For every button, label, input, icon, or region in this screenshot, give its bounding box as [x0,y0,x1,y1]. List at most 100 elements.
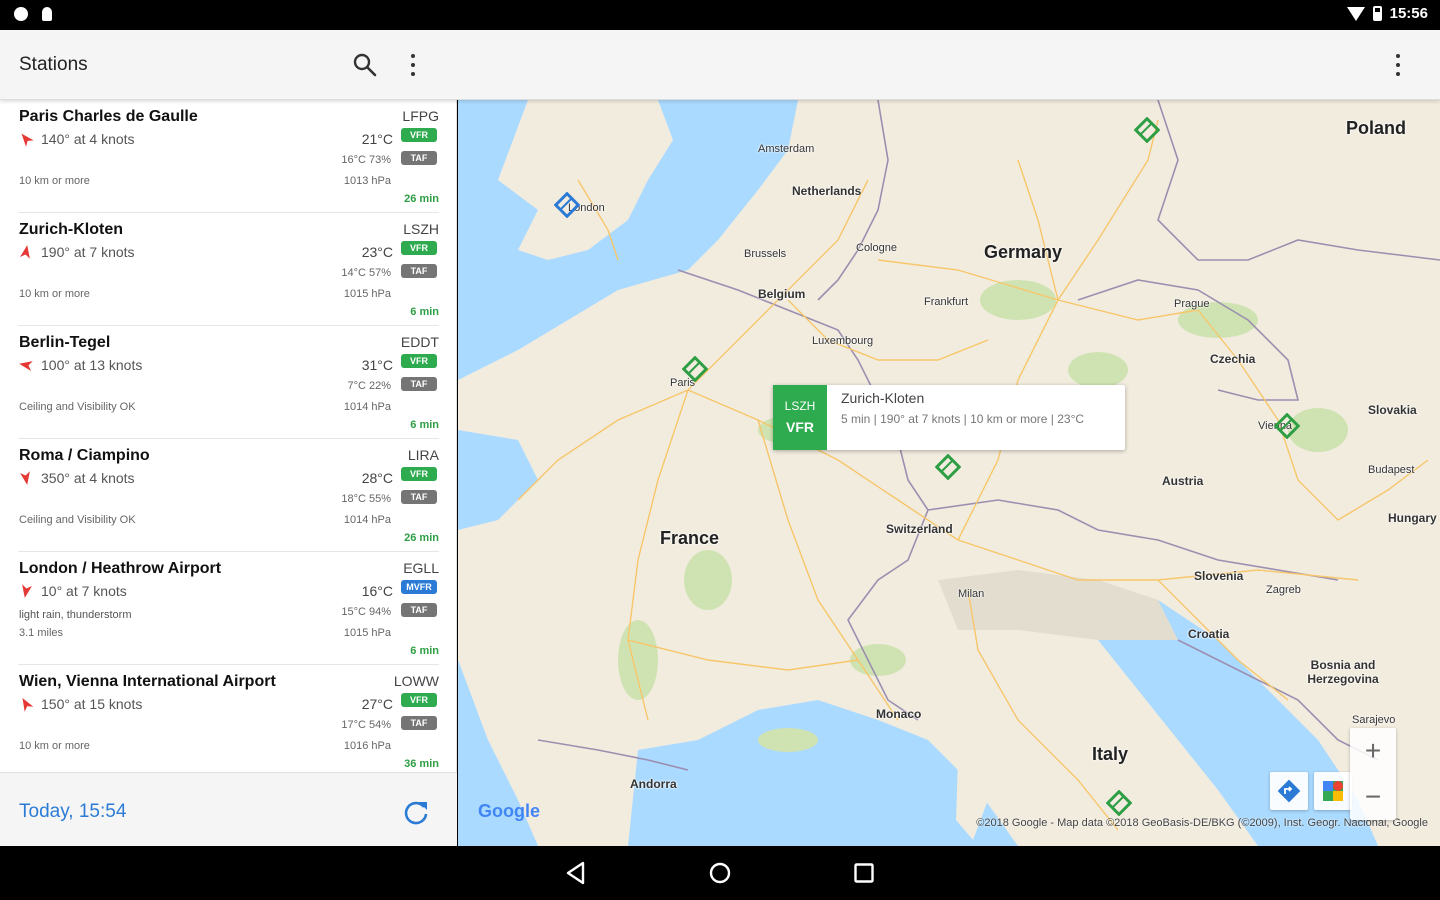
station-name: Zurich-Kloten [19,221,123,238]
taf-badge[interactable]: TAF [401,603,437,617]
station-code: LFPG [402,108,439,124]
update-footer: Today, 15:54 [0,772,457,846]
station-pressure: 1015 hPa [343,627,391,639]
flight-category-badge: VFR [401,693,437,707]
map-label: Belgium [758,287,806,301]
clock: 15:56 [1389,5,1428,22]
map-label: Budapest [1368,464,1415,476]
station-name: Paris Charles de Gaulle [19,108,198,125]
station-info-popup[interactable]: LSZH VFR Zurich-Kloten 5 min | 190° at 7… [773,385,1125,450]
taf-badge[interactable]: TAF [401,151,437,165]
station-wind: 190° at 7 knots [19,244,135,260]
station-marker-berlin[interactable] [1134,117,1160,143]
station-code: LSZH [403,221,439,237]
popup-station-detail: 5 min | 190° at 7 knots | 10 km or more … [841,412,1085,426]
station-marker-zurich[interactable] [935,454,961,480]
station-temperature: 27°C [361,696,393,712]
station-item[interactable]: Berlin-Tegel EDDT 100° at 13 knots 31°C … [0,326,457,439]
directions-button[interactable] [1270,772,1308,810]
zoom-out-button[interactable]: − [1350,774,1396,820]
report-age: 6 min [410,306,439,318]
battery-icon [1372,6,1382,21]
map-label: Croatia [1188,627,1230,641]
refresh-icon[interactable] [402,798,430,826]
last-updated-time: Today, 15:54 [19,801,127,822]
station-visibility: 10 km or more [19,288,90,300]
map-label: Andorra [630,777,677,791]
wind-arrow-icon [22,584,32,598]
station-dewpoint-humidity: 17°C 54% [341,719,391,731]
map-label: Cologne [856,242,897,254]
lightbulb-icon [42,7,52,21]
station-item[interactable]: Paris Charles de Gaulle LFPG 140° at 4 k… [0,100,457,213]
station-item[interactable]: Roma / Ciampino LIRA 350° at 4 knots 28°… [0,439,457,552]
station-item[interactable]: London / Heathrow Airport EGLL 10° at 7 … [0,552,457,665]
flight-category-badge: VFR [401,467,437,481]
station-temperature: 28°C [361,470,393,486]
report-age: 6 min [410,419,439,431]
station-marker-london[interactable] [554,192,580,218]
station-name: Roma / Ciampino [19,447,150,464]
station-pressure: 1014 hPa [343,401,391,413]
wind-text: 100° at 13 knots [41,357,143,373]
station-wind: 100° at 13 knots [19,357,142,373]
wind-text: 350° at 4 knots [41,470,135,486]
search-icon[interactable] [352,52,378,78]
station-item[interactable]: Wien, Vienna International Airport LOWW … [0,665,457,778]
taf-badge[interactable]: TAF [401,490,437,504]
station-pressure: 1015 hPa [343,288,391,300]
wind-text: 10° at 7 knots [41,583,127,599]
station-name: Wien, Vienna International Airport [19,673,276,690]
report-age: 26 min [404,532,439,544]
station-name: London / Heathrow Airport [19,560,222,577]
app-bar: Stations [0,30,1440,100]
station-weather: light rain, thunderstorm [19,609,132,621]
map-label: Bosnia and Herzegovina [1307,658,1379,686]
station-pressure: 1016 hPa [343,740,391,752]
back-icon[interactable] [564,861,588,885]
map-label: Amsterdam [758,143,815,155]
station-code: LOWW [393,673,439,689]
popup-category: VFR [786,419,814,435]
home-icon[interactable] [708,861,732,885]
map-label: Milan [958,588,985,600]
station-marker-rome[interactable] [1106,790,1132,816]
station-marker-vienna[interactable] [1274,413,1300,439]
taf-badge[interactable]: TAF [401,377,437,391]
station-item[interactable]: Zurich-Kloten LSZH 190° at 7 knots 23°C … [0,213,457,326]
taf-badge[interactable]: TAF [401,264,437,278]
wind-text: 190° at 7 knots [41,244,135,260]
map-label: Hungary [1388,511,1437,525]
map-view[interactable]: Poland Germany France Italy Amsterdam Ne… [458,100,1440,846]
open-in-maps-button[interactable] [1314,772,1352,810]
wind-arrow-icon [20,245,30,259]
station-temperature: 23°C [361,244,393,260]
station-visibility: Ceiling and Visibility OK [19,514,136,526]
popup-category-box: LSZH VFR [773,385,827,450]
google-maps-icon [1323,781,1343,801]
flight-category-badge: VFR [401,354,437,368]
list-overflow-menu-icon[interactable] [410,54,416,76]
map-label: Netherlands [792,184,862,198]
map-label: France [660,528,720,548]
station-marker-paris[interactable] [682,356,708,382]
map-label: Zagreb [1266,584,1301,596]
station-code: EDDT [400,334,439,350]
station-temperature: 16°C [361,583,393,599]
wind-arrow-icon [21,133,34,147]
station-pressure: 1014 hPa [343,514,391,526]
taf-badge[interactable]: TAF [401,716,437,730]
station-temperature: 21°C [361,131,393,147]
map-overflow-menu-icon[interactable] [1395,54,1401,76]
recents-icon[interactable] [852,861,876,885]
station-name: Berlin-Tegel [19,334,111,351]
zoom-in-button[interactable]: + [1350,728,1396,774]
map-label: Czechia [1210,352,1256,366]
map-label: Germany [984,242,1063,262]
station-wind: 150° at 15 knots [19,696,142,712]
station-pressure: 1013 hPa [343,175,391,187]
station-visibility: Ceiling and Visibility OK [19,401,136,413]
station-wind: 140° at 4 knots [19,131,135,147]
flight-category-badge: VFR [401,128,437,142]
wind-arrow-icon [20,471,30,485]
